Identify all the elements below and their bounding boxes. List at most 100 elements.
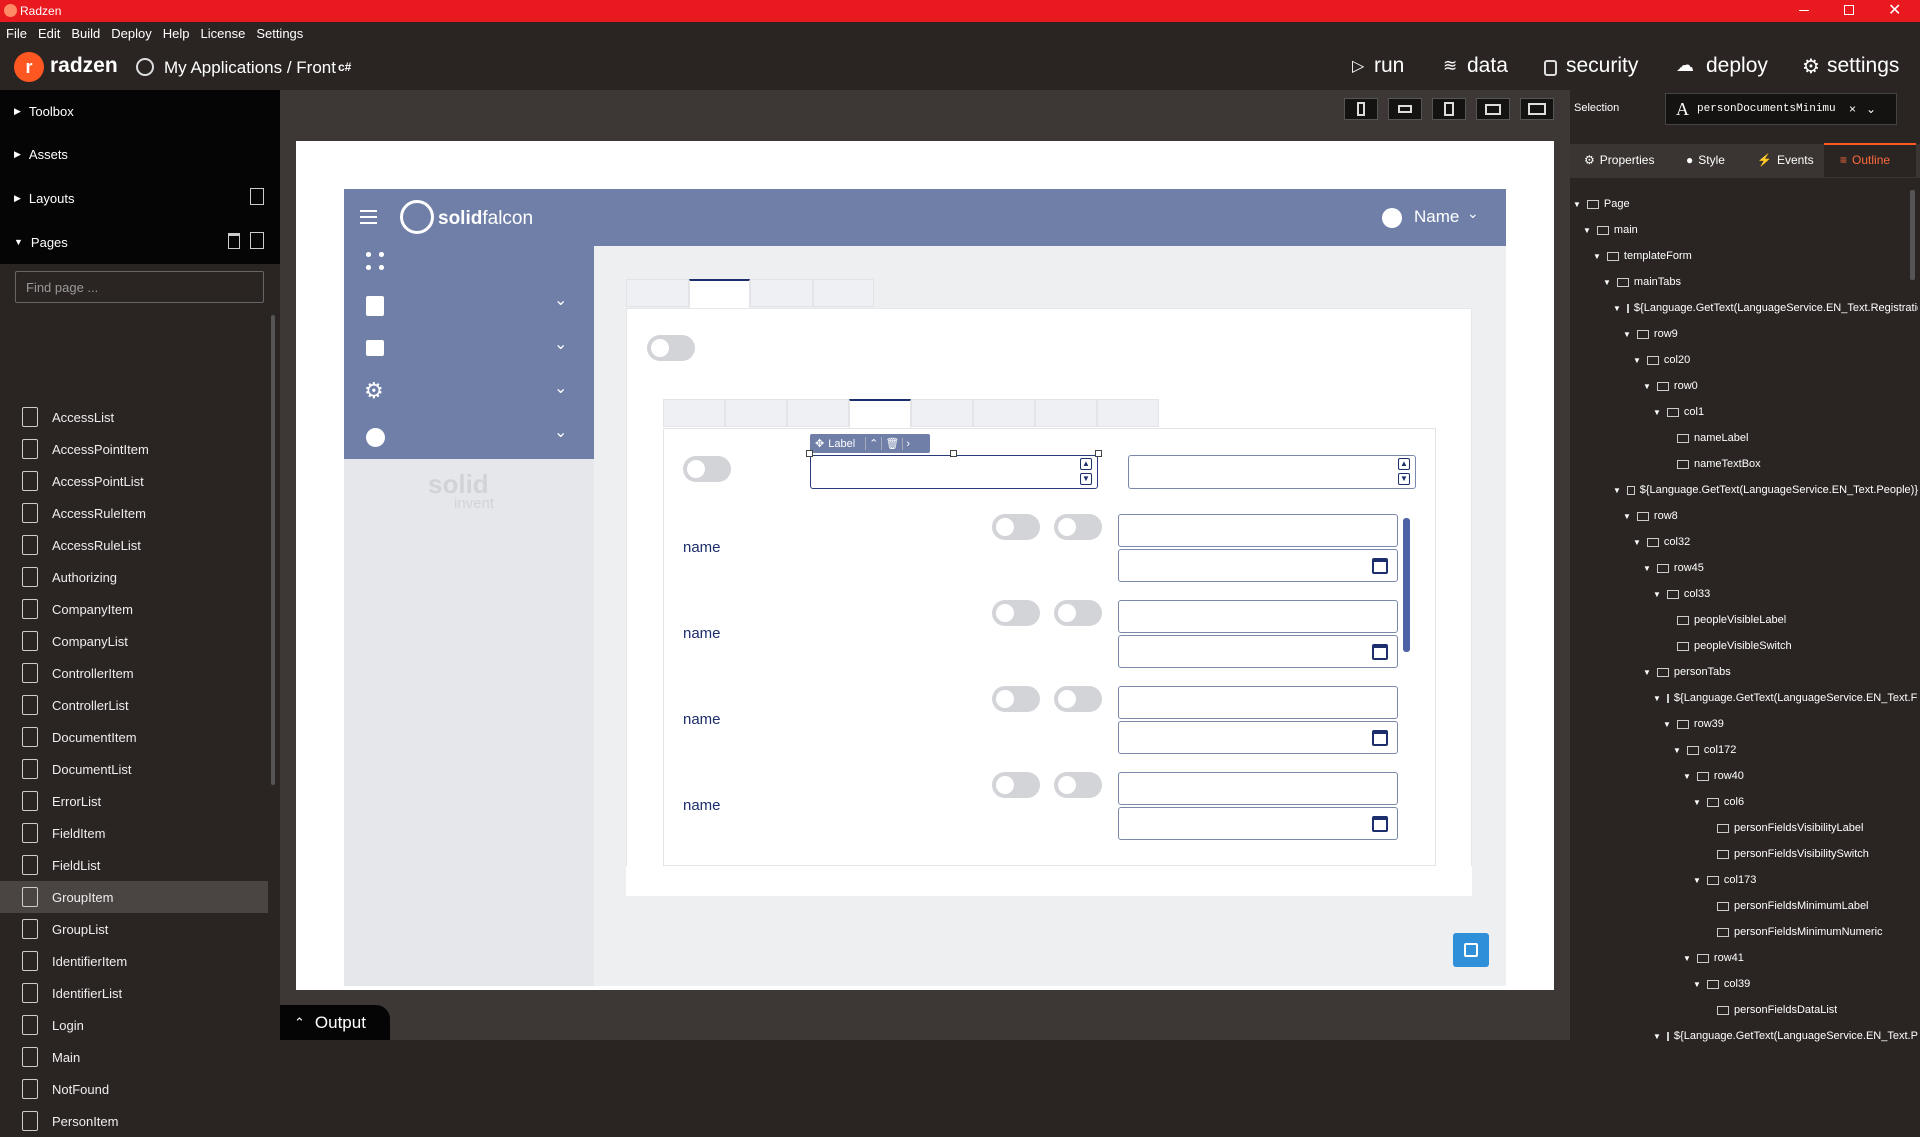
numeric-spinner-icon[interactable]: ▲ ▼: [1398, 458, 1410, 486]
expand-arrow-icon[interactable]: ▼: [1603, 278, 1611, 287]
outline-node[interactable]: ▼ personTabs: [1643, 662, 1731, 682]
page-item[interactable]: Authorizing: [0, 561, 268, 593]
person-tab-8[interactable]: [1097, 399, 1159, 427]
person-tab-4-active[interactable]: [849, 399, 911, 429]
row-switch[interactable]: [1054, 600, 1102, 626]
outline-node[interactable]: ▼ col1: [1653, 402, 1704, 422]
hamburger-icon[interactable]: [360, 210, 377, 224]
delete-icon[interactable]: 🗑: [881, 437, 902, 450]
calendar-icon[interactable]: [1372, 558, 1388, 574]
page-item[interactable]: PersonItem: [0, 1105, 268, 1137]
expand-arrow-icon[interactable]: ▼: [1583, 226, 1591, 235]
expand-arrow-icon[interactable]: ▼: [1593, 252, 1601, 261]
people-visible-switch[interactable]: [647, 335, 695, 361]
expand-arrow-icon[interactable]: ▼: [1643, 382, 1651, 391]
expand-arrow-icon[interactable]: ▼: [1693, 876, 1701, 885]
outline-node[interactable]: ▼ row39: [1663, 714, 1724, 734]
layouts-section[interactable]: ▶ Layouts: [0, 176, 280, 220]
outline-node[interactable]: personFieldsDataList: [1703, 1000, 1837, 1020]
security-button[interactable]: security: [1566, 54, 1638, 78]
expand-arrow-icon[interactable]: ▼: [1643, 564, 1651, 573]
row-switch[interactable]: [992, 600, 1040, 626]
page-item[interactable]: Main: [0, 1041, 268, 1073]
outline-node[interactable]: ▼ ${Language.GetText(LanguageService.EN_T…: [1653, 1026, 1918, 1046]
menu-help[interactable]: Help: [163, 26, 190, 41]
menu-settings[interactable]: Settings: [256, 26, 303, 41]
person-tab-6[interactable]: [973, 399, 1035, 427]
lock-icon[interactable]: [1544, 60, 1557, 76]
expand-arrow-icon[interactable]: ▼: [1653, 1032, 1661, 1041]
data-icon[interactable]: ≋: [1443, 56, 1457, 76]
settings-button[interactable]: settings: [1827, 54, 1899, 78]
outline-node[interactable]: ▼ mainTabs: [1603, 272, 1681, 292]
search-box-icon[interactable]: [366, 340, 384, 356]
expand-arrow-icon[interactable]: ▼: [1653, 694, 1661, 703]
toolbox-section[interactable]: ▶ Toolbox: [0, 90, 280, 132]
outline-node[interactable]: personFieldsMinimumNumeric: [1703, 922, 1883, 942]
row-text-input[interactable]: [1118, 600, 1398, 633]
page-item[interactable]: AccessList: [0, 401, 268, 433]
device-phone-landscape-button[interactable]: [1388, 98, 1422, 120]
outline-node[interactable]: ▼ row8: [1623, 506, 1678, 526]
move-icon[interactable]: ✥: [815, 437, 824, 450]
radzen-logo-icon[interactable]: r: [14, 52, 44, 82]
page-item[interactable]: AccessPointList: [0, 465, 268, 497]
outline-node[interactable]: ▼ main: [1583, 220, 1638, 240]
fields-minimum-numeric[interactable]: [810, 455, 1098, 489]
main-tab-4[interactable]: [813, 279, 874, 307]
page-item[interactable]: FieldList: [0, 849, 268, 881]
row-text-input[interactable]: [1118, 686, 1398, 719]
calendar-icon[interactable]: [1372, 644, 1388, 660]
calendar-icon[interactable]: [1372, 730, 1388, 746]
expand-arrow-icon[interactable]: ▼: [1573, 200, 1581, 209]
outline-node[interactable]: ▼ templateForm: [1593, 246, 1692, 266]
cloud-upload-icon[interactable]: ☁: [1676, 55, 1694, 76]
row-switch[interactable]: [992, 772, 1040, 798]
outline-node[interactable]: peopleVisibleLabel: [1663, 610, 1786, 630]
page-item[interactable]: ControllerList: [0, 689, 268, 721]
row-switch[interactable]: [1054, 514, 1102, 540]
page-item[interactable]: AccessRuleItem: [0, 497, 268, 529]
outline-node[interactable]: ▼ ${Language.GetText(LanguageService.EN_T…: [1613, 480, 1918, 500]
calendar-icon[interactable]: [1372, 816, 1388, 832]
outline-node[interactable]: ▼ row9: [1623, 324, 1678, 344]
row-switch[interactable]: [1054, 772, 1102, 798]
outline-node[interactable]: ▼ row45: [1643, 558, 1704, 578]
settings-cog-icon[interactable]: ⚙: [364, 378, 384, 404]
list-scrollbar[interactable]: [1403, 518, 1410, 652]
resize-handle[interactable]: [950, 450, 957, 457]
menu-deploy[interactable]: Deploy: [111, 26, 151, 41]
device-phone-button[interactable]: [1344, 98, 1378, 120]
expand-arrow-icon[interactable]: ▼: [1643, 668, 1651, 677]
page-item[interactable]: DocumentItem: [0, 721, 268, 753]
menu-build[interactable]: Build: [71, 26, 100, 41]
restore-button[interactable]: [1844, 5, 1854, 15]
page-item[interactable]: DocumentList: [0, 753, 268, 785]
page-item[interactable]: GroupItem: [0, 881, 268, 913]
row-date-input[interactable]: [1118, 721, 1398, 754]
page-item[interactable]: AccessPointItem: [0, 433, 268, 465]
device-tablet-button[interactable]: [1432, 98, 1466, 120]
dashboard-icon[interactable]: [366, 252, 384, 270]
trash-icon[interactable]: [228, 233, 240, 249]
page-item[interactable]: GroupList: [0, 913, 268, 945]
deploy-button[interactable]: deploy: [1706, 54, 1768, 78]
row-switch[interactable]: [992, 514, 1040, 540]
page-item[interactable]: FieldItem: [0, 817, 268, 849]
tab-events[interactable]: ⚡ Events: [1757, 147, 1814, 173]
chevron-down-icon[interactable]: ⌄: [1866, 102, 1876, 116]
globe-icon[interactable]: [366, 428, 385, 447]
outline-node[interactable]: ▼ row41: [1683, 948, 1744, 968]
expand-arrow-icon[interactable]: ▼: [1653, 408, 1661, 417]
tab-style[interactable]: ● Style: [1686, 147, 1725, 173]
row-switch[interactable]: [992, 686, 1040, 712]
outline-node[interactable]: ▼ row0: [1643, 376, 1698, 396]
outline-node[interactable]: ▼ ${Language.GetText(LanguageService.EN_T…: [1653, 688, 1918, 708]
outline-node[interactable]: personFieldsVisibilitySwitch: [1703, 844, 1869, 864]
gear-icon[interactable]: ⚙: [1802, 54, 1820, 79]
assets-section[interactable]: ▶ Assets: [0, 132, 280, 176]
sidebar-scrollbar[interactable]: [271, 315, 275, 785]
outline-node[interactable]: ▼ col20: [1633, 350, 1690, 370]
expand-arrow-icon[interactable]: ▼: [1683, 954, 1691, 963]
menu-file[interactable]: File: [6, 26, 27, 41]
